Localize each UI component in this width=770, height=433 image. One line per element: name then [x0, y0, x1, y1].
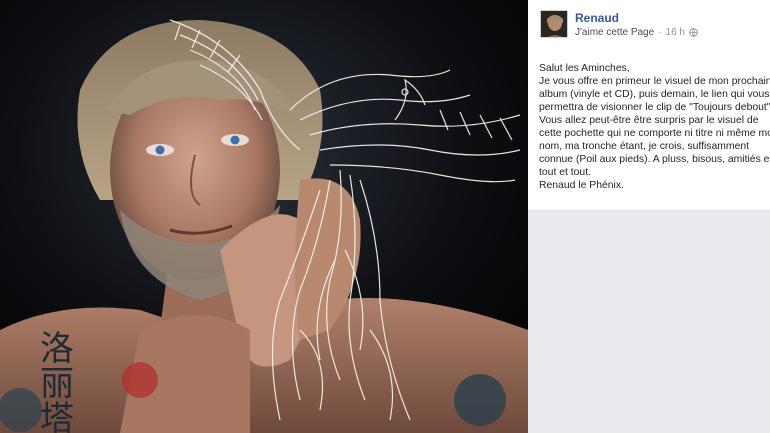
- page-name-link[interactable]: Renaud: [575, 11, 619, 25]
- post-line: Salut les Aminches,: [539, 63, 630, 74]
- post-line: permettra de visionner le clip de "Toujo…: [539, 102, 770, 113]
- post-line: album (vinyle et CD), puis demain, le li…: [539, 89, 770, 100]
- globe-icon: [689, 28, 698, 37]
- post-sidebar: Renaud J'aime cette Page · 16 h Salut le…: [528, 0, 770, 433]
- post-line: Renaud le Phénix.: [539, 180, 624, 191]
- post-line: tout et tout.: [539, 167, 591, 178]
- album-cover-image: 洛 丽 塔: [0, 0, 528, 433]
- separator-dot: ·: [658, 27, 662, 38]
- avatar[interactable]: [540, 10, 568, 38]
- like-page-link[interactable]: J'aime cette Page: [575, 27, 654, 38]
- post-message: Salut les Aminches, Je vous offre en pri…: [539, 62, 770, 192]
- post-line: Vous allez peut-être être surpris par le…: [539, 115, 759, 126]
- post-line: cette pochette qui ne comporte ni titre …: [539, 128, 770, 139]
- post-photo[interactable]: 洛 丽 塔: [0, 0, 528, 433]
- post-timestamp[interactable]: 16 h: [666, 27, 685, 38]
- tattoo-glyph-1: 洛: [40, 329, 74, 369]
- post-card: Renaud J'aime cette Page · 16 h Salut le…: [528, 0, 770, 211]
- tattoo-glyph-3: 塔: [40, 399, 74, 433]
- tattoo-glyph-2: 丽: [40, 364, 74, 404]
- post-meta: J'aime cette Page · 16 h: [575, 27, 698, 38]
- post-line: connue (Poil aux pieds). A pluss, bisous…: [539, 154, 770, 165]
- post-line: nom, ma tronche étant, je crois, suffisa…: [539, 141, 750, 152]
- post-line: Je vous offre en primeur le visuel de mo…: [539, 76, 770, 87]
